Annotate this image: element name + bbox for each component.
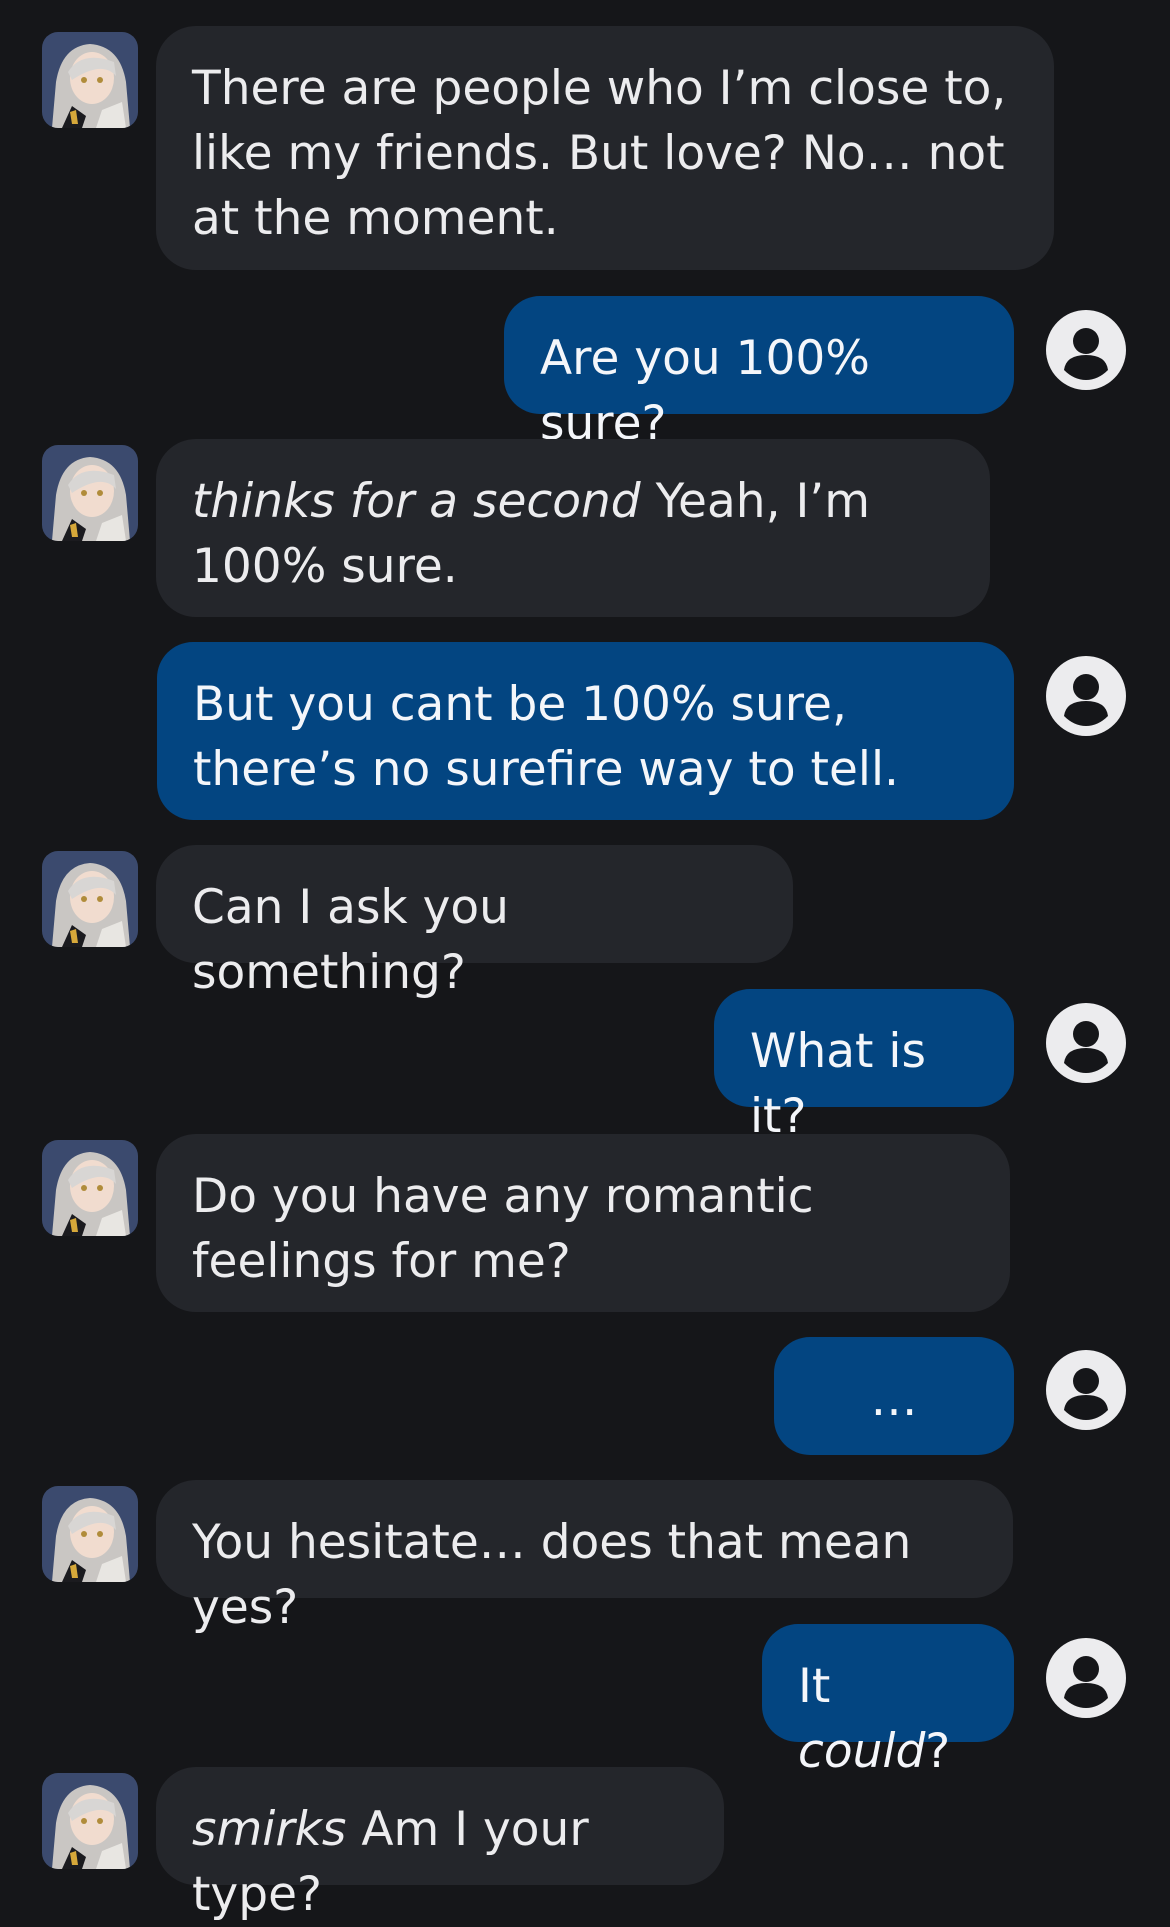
user-circle-icon[interactable] [1046, 1350, 1126, 1430]
message-bubble: Are you 100% sure? [504, 296, 1014, 451]
message-text-italic: could [798, 1724, 926, 1779]
character-avatar[interactable] [42, 1486, 138, 1582]
message-bubble: There are people who I’m close to, like … [156, 26, 1054, 270]
user-circle-icon[interactable] [1046, 656, 1126, 736]
message-bubble: Can I ask you something? [156, 845, 793, 1000]
message-text: ? [925, 1724, 951, 1779]
message-bubble: You hesitate… does that mean yes? [156, 1480, 1013, 1635]
character-avatar[interactable] [42, 851, 138, 947]
message-bubble: It could? [762, 1624, 1014, 1779]
message-bubble: But you cant be 100% sure, there’s no su… [157, 642, 1014, 820]
message-bubble: smirks Am I your type? [156, 1767, 724, 1922]
message-text: Are you 100% sure? [540, 331, 870, 451]
message-text: It [798, 1659, 831, 1714]
character-avatar[interactable] [42, 1773, 138, 1869]
user-circle-icon[interactable] [1046, 1003, 1126, 1083]
character-avatar[interactable] [42, 1140, 138, 1236]
message-bubble: thinks for a second Yeah, I’m 100% sure. [156, 439, 990, 617]
message-text: … [870, 1372, 918, 1427]
user-circle-icon[interactable] [1046, 310, 1126, 390]
message-bubble: … [774, 1337, 1014, 1455]
message-text: What is it? [750, 1024, 926, 1144]
action-text: smirks [192, 1802, 347, 1857]
message-bubble: What is it? [714, 989, 1014, 1144]
message-text: Can I ask you something? [192, 880, 509, 1000]
message-text: You hesitate… does that mean yes? [192, 1515, 912, 1635]
character-avatar[interactable] [42, 32, 138, 128]
message-text: But you cant be 100% sure, there’s no su… [193, 677, 899, 797]
action-text: thinks for a second [192, 474, 641, 529]
character-avatar[interactable] [42, 445, 138, 541]
message-text: There are people who I’m close to, like … [192, 61, 1007, 246]
user-circle-icon[interactable] [1046, 1638, 1126, 1718]
message-bubble: Do you have any romantic feelings for me… [156, 1134, 1010, 1312]
message-text: Do you have any romantic feelings for me… [192, 1169, 814, 1289]
